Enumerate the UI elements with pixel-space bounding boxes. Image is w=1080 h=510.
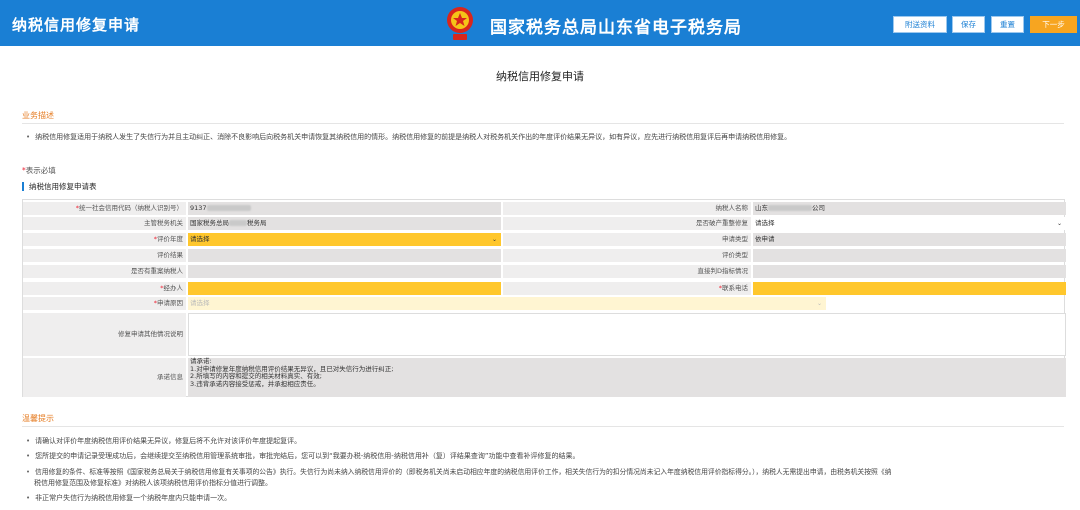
business-description-text: 纳税信用修复适用于纳税人发生了失信行为并且主动纠正、消除不良影响后向税务机关申请… <box>26 132 791 142</box>
chevron-down-icon: ⌄ <box>816 300 822 307</box>
eval-year-select-value: 请选择 <box>190 235 210 243</box>
chevron-down-icon: ⌄ <box>1056 220 1062 227</box>
eval-year-label-text: 评价年度 <box>157 235 183 243</box>
direct-d-value <box>753 265 1066 278</box>
reason-select[interactable]: 请选择 ⌄ <box>188 297 826 310</box>
eval-result-value <box>188 249 501 262</box>
tax-authority-value: 国家税务总局 税务局 <box>188 217 501 230</box>
other-explain-textarea[interactable] <box>188 313 1066 356</box>
top-header: 纳税信用修复申请 国家税务总局山东省电子税务局 附送资料 保存 重置 下一步 <box>0 0 1080 46</box>
other-explain-label: 修复申请其他情况说明 <box>23 313 186 356</box>
taxpayer-name-value: 山东 公司 <box>753 202 1066 215</box>
reason-select-value: 请选择 <box>190 299 210 307</box>
form-title: 纳税信用修复申请表 <box>22 182 97 191</box>
handler-label: *经办人 <box>23 282 186 295</box>
taxpayer-name-label: 纳税人名称 <box>503 202 751 215</box>
credit-code-value: 9137 <box>188 202 501 215</box>
eval-type-value <box>753 249 1066 262</box>
credit-code-label: *统一社会信用代码（纳税人识别号） <box>23 202 186 215</box>
eval-type-label: 评价类型 <box>503 249 751 262</box>
apply-type-label: 申请类型 <box>503 233 751 246</box>
bankruptcy-label: 是否破产重整修复 <box>503 217 751 230</box>
promise-label: 承诺信息 <box>23 358 186 397</box>
eval-year-label: *评价年度 <box>23 233 186 246</box>
required-note-text: 表示必填 <box>25 166 56 175</box>
app-title: 纳税信用修复申请 <box>12 16 141 34</box>
major-violation-label: 是否有重案纳税人 <box>23 265 186 278</box>
contact-phone-label: *联系电话 <box>503 282 751 295</box>
bankruptcy-select[interactable]: 请选择 ⌄ <box>753 217 1066 230</box>
divider <box>22 123 1064 124</box>
required-note: *表示必填 <box>22 166 56 175</box>
tip-item: 信用修复的条件、标准等按照《国家税务总局关于纳税信用修复有关事项的公告》执行。失… <box>26 466 891 476</box>
save-button[interactable]: 保存 <box>952 16 985 33</box>
major-violation-value <box>188 265 501 278</box>
next-step-button[interactable]: 下一步 <box>1030 16 1077 33</box>
tip-item: 您所提交的申请记录受理成功后，会继续提交至纳税信用管理系统审批，审批完结后，您可… <box>26 451 579 461</box>
tax-authority-suffix: 税务局 <box>247 219 267 227</box>
tip-item-continued: 税信用修复范围及修复标准》对纳税人该项纳税信用评价指标分值进行调整。 <box>34 479 272 487</box>
attachments-button[interactable]: 附送资料 <box>893 16 947 33</box>
eval-result-label: 评价结果 <box>23 249 186 262</box>
taxpayer-name-prefix: 山东 <box>755 204 768 212</box>
application-form: *统一社会信用代码（纳税人识别号） 9137 纳税人名称 山东 公司 主管税务机关… <box>22 199 1066 397</box>
bankruptcy-select-value: 请选择 <box>755 219 775 227</box>
redacted-block <box>768 205 812 211</box>
divider <box>22 426 1064 427</box>
promise-box: 请承诺: 1.对申请修复年度纳税信用评价结果无异议，且已对失信行为进行纠正; 2… <box>188 357 1066 397</box>
credit-code-text: 9137 <box>190 204 207 212</box>
contact-phone-label-text: 联系电话 <box>722 284 748 292</box>
tip-item: 非正常户失信行为纳税信用修复一个纳税年度内只能申请一次。 <box>26 493 231 503</box>
tax-authority-label: 主管税务机关 <box>23 217 186 230</box>
page-title: 纳税信用修复申请 <box>496 70 584 83</box>
bureau-name: 国家税务总局山东省电子税务局 <box>490 18 742 38</box>
redacted-block <box>229 220 247 226</box>
promise-text: 请承诺: 1.对申请修复年度纳税信用评价结果无异议，且已对失信行为进行纠正; 2… <box>190 357 394 388</box>
redacted-block <box>206 205 251 211</box>
handler-input[interactable] <box>188 282 501 295</box>
chevron-down-icon: ⌄ <box>491 236 497 243</box>
tips-title: 温馨提示 <box>22 414 54 423</box>
taxpayer-name-suffix: 公司 <box>812 204 825 212</box>
reset-button[interactable]: 重置 <box>991 16 1024 33</box>
reason-label-text: 申请原因 <box>157 299 183 307</box>
reason-label: *申请原因 <box>23 297 186 310</box>
contact-phone-input[interactable] <box>753 282 1066 295</box>
eval-year-select[interactable]: 请选择 ⌄ <box>188 233 501 246</box>
direct-d-label: 直接判D指标情况 <box>503 265 751 278</box>
tip-item: 请确认对评价年度纳税信用评价结果无异议，修复后将不允许对该评价年度提起复评。 <box>26 436 301 446</box>
business-description-title: 业务描述 <box>22 111 54 120</box>
credit-code-label-text: 统一社会信用代码（纳税人识别号） <box>79 204 183 212</box>
handler-label-text: 经办人 <box>163 284 184 292</box>
national-emblem-icon <box>447 7 473 40</box>
apply-type-value: 依申请 <box>753 233 1066 246</box>
tax-authority-prefix: 国家税务总局 <box>190 219 229 227</box>
